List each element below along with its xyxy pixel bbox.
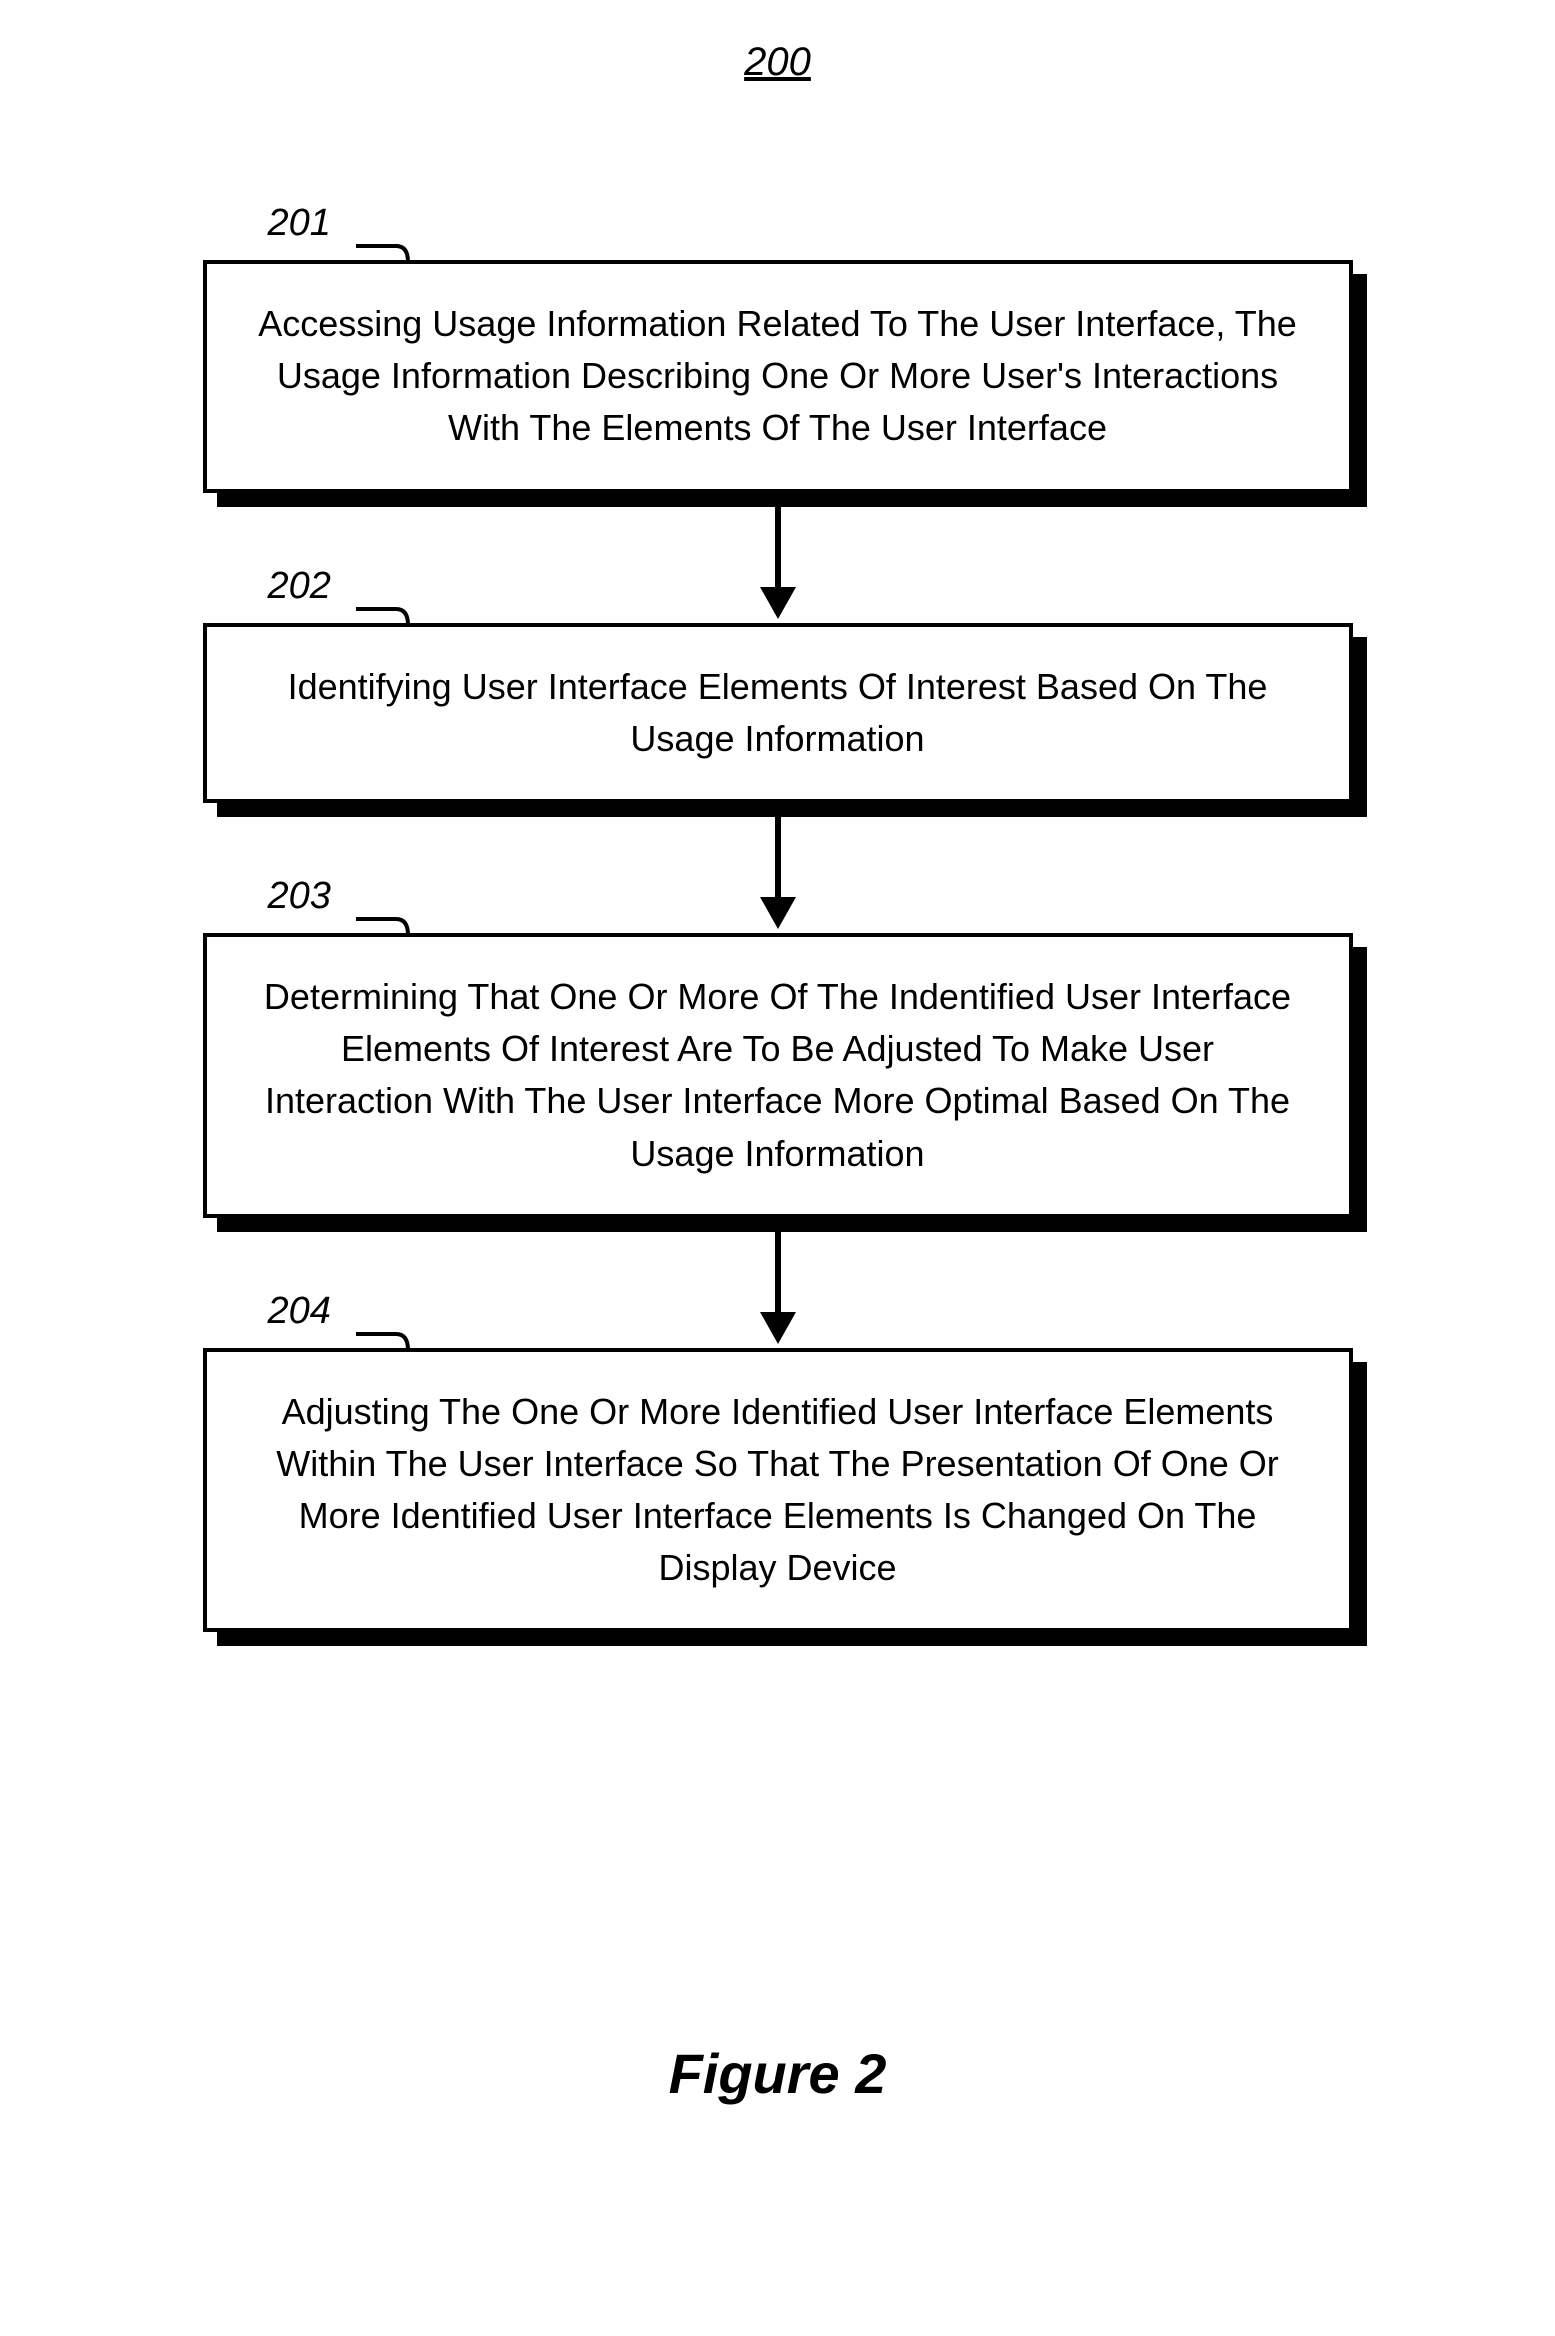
step-ref-label: 204 [268, 1290, 331, 1333]
step-text: Adjusting The One Or More Identified Use… [203, 1348, 1353, 1633]
flow-step: 204 Adjusting The One Or More Identified… [178, 1348, 1378, 1633]
step-ref-label: 201 [268, 202, 331, 245]
step-box: Identifying User Interface Elements Of I… [203, 623, 1353, 803]
step-text: Determining That One Or More Of The Inde… [203, 933, 1353, 1218]
step-box: Adjusting The One Or More Identified Use… [203, 1348, 1353, 1633]
step-text: Accessing Usage Information Related To T… [203, 260, 1353, 493]
flow-step: 201 Accessing Usage Information Related … [178, 260, 1378, 493]
arrow-down-icon [748, 1218, 808, 1348]
step-ref-label: 202 [268, 565, 331, 608]
step-ref-label: 203 [268, 875, 331, 918]
figure-page: 200 201 Accessing Usage Information Rela… [0, 0, 1555, 2336]
flow-step: 203 Determining That One Or More Of The … [178, 933, 1378, 1218]
arrow-down-icon [748, 803, 808, 933]
arrow-down-icon [748, 493, 808, 623]
step-box: Determining That One Or More Of The Inde… [203, 933, 1353, 1218]
flow-step: 202 Identifying User Interface Elements … [178, 623, 1378, 803]
flowchart: 201 Accessing Usage Information Related … [178, 260, 1378, 1632]
figure-number-label: 200 [744, 40, 811, 85]
step-text: Identifying User Interface Elements Of I… [203, 623, 1353, 803]
figure-caption: Figure 2 [669, 2041, 887, 2106]
step-box: Accessing Usage Information Related To T… [203, 260, 1353, 493]
